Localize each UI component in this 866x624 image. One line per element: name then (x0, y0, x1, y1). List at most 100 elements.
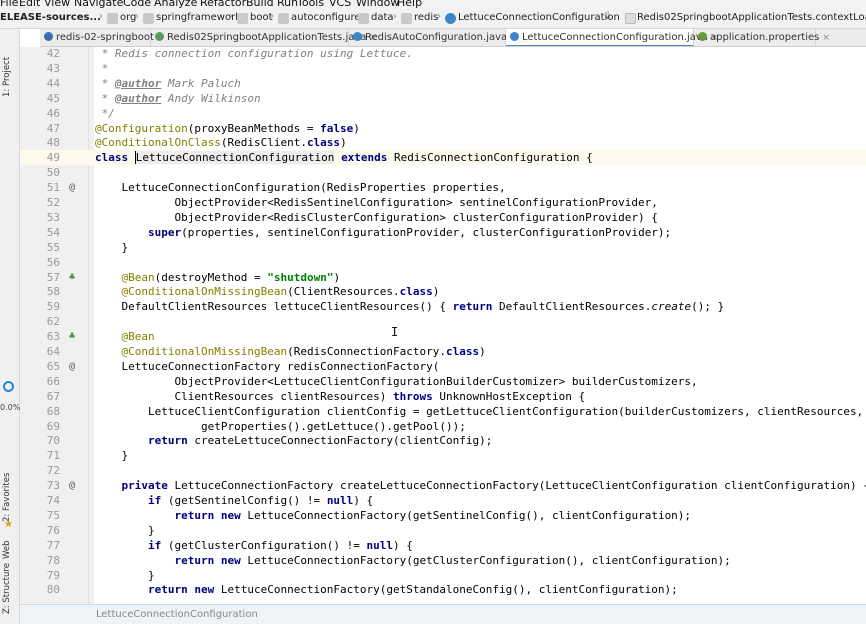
line-number[interactable]: 46 (28, 106, 60, 121)
code-line[interactable]: 79 } (20, 568, 866, 583)
web-tool-tab[interactable]: Web (2, 540, 12, 559)
menu-window[interactable]: Window (356, 0, 399, 9)
code-line[interactable]: 50 (20, 165, 866, 180)
line-number[interactable]: 50 (28, 165, 60, 180)
breadcrumb-item[interactable]: redis (414, 12, 438, 23)
line-number[interactable]: 65 (28, 359, 60, 374)
breadcrumb-item[interactable]: data (371, 12, 394, 23)
line-number[interactable]: 44 (28, 76, 60, 91)
line-number[interactable]: 78 (28, 553, 60, 568)
code-line[interactable]: 63 ♣ @Bean (20, 329, 866, 344)
code-line[interactable]: 58 @ConditionalOnMissingBean(ClientResou… (20, 284, 866, 299)
line-number[interactable]: 45 (28, 91, 60, 106)
code-line[interactable]: 51 @ LettuceConnectionConfiguration(Redis… (20, 180, 866, 195)
line-number[interactable]: 42 (28, 47, 60, 61)
code-line[interactable]: 77 if (getClusterConfiguration() != null… (20, 538, 866, 553)
menu-view[interactable]: View (44, 0, 70, 9)
line-number[interactable]: 77 (28, 538, 60, 553)
code-line[interactable]: 68 LettuceClientConfiguration clientConf… (20, 404, 866, 419)
editor-tab[interactable]: Redis02SpringbootApplicationTests.java × (151, 29, 377, 46)
code-line[interactable]: 48 @ConditionalOnClass(RedisClient.class) (20, 135, 866, 150)
code-line[interactable]: 43 * (20, 61, 866, 76)
run-config-select[interactable]: Redis02SpringbootApplicationTests.contex… (637, 12, 866, 23)
code-line[interactable]: 44 * @author Mark Paluch (20, 76, 866, 91)
run-config-icon[interactable] (625, 13, 636, 24)
menu-help[interactable]: Help (397, 0, 422, 9)
menu-vcs[interactable]: VCS (329, 0, 351, 9)
code-line[interactable]: 73 @ private LettuceConnectionFactory cre… (20, 478, 866, 493)
code-line[interactable]: 70 return createLettuceConnectionFactory… (20, 433, 866, 448)
line-number[interactable]: 59 (28, 299, 60, 314)
code-line[interactable]: 55 } (20, 240, 866, 255)
code-line[interactable]: 56 (20, 255, 866, 270)
code-line[interactable]: 45 * @author Andy Wilkinson (20, 91, 866, 106)
code-line[interactable]: 57 ♣ @Bean(destroyMethod = "shutdown") (20, 270, 866, 285)
menu-refactor[interactable]: Refactor (200, 0, 246, 9)
line-number[interactable]: 70 (28, 433, 60, 448)
line-number[interactable]: 58 (28, 284, 60, 299)
code-line[interactable]: 69 getProperties().getLettuce().getPool(… (20, 419, 866, 434)
line-number[interactable]: 76 (28, 523, 60, 538)
code-line[interactable]: 65 @ LettuceConnectionFactory redisConnec… (20, 359, 866, 374)
line-number[interactable]: 43 (28, 61, 60, 76)
menu-analyze[interactable]: Analyze (154, 0, 197, 9)
line-number[interactable]: 73 (28, 478, 60, 493)
code-line[interactable]: 74 if (getSentinelConfig() != null) { (20, 493, 866, 508)
breadcrumb-item[interactable]: LettuceConnectionConfiguration (458, 12, 620, 23)
project-tool-tab[interactable]: 1: Project (2, 57, 12, 97)
line-number[interactable]: 69 (28, 419, 60, 434)
line-number[interactable]: 49 (28, 150, 60, 165)
code-line[interactable]: 59 DefaultClientResources lettuceClientR… (20, 299, 866, 314)
line-number[interactable]: 66 (28, 374, 60, 389)
code-line[interactable]: 80 return new LettuceConnectionFactory(g… (20, 582, 866, 597)
bean-gutter-icon[interactable]: ♣ (66, 329, 78, 344)
editor-tab[interactable]: redis-02-springboot (40, 29, 154, 46)
code-line[interactable]: 76 } (20, 523, 866, 538)
line-number[interactable]: 51 (28, 180, 60, 195)
sort-down-icon[interactable]: ⇣ (604, 11, 615, 22)
code-line[interactable]: 66 ObjectProvider<LettuceClientConfigura… (20, 374, 866, 389)
code-line[interactable]: 49 class LettuceConnectionConfiguration e… (20, 150, 866, 166)
line-number[interactable]: 63 (28, 329, 60, 344)
menu-build[interactable]: Build (246, 0, 274, 9)
line-number[interactable]: 80 (28, 582, 60, 597)
breadcrumb-item[interactable]: ELEASE-sources... (0, 12, 101, 23)
line-number[interactable]: 64 (28, 344, 60, 359)
code-line[interactable]: 64 @ConditionalOnMissingBean(RedisConnec… (20, 344, 866, 359)
line-number[interactable]: 56 (28, 255, 60, 270)
line-number[interactable]: 67 (28, 389, 60, 404)
menu-code[interactable]: Code (123, 0, 151, 9)
line-number[interactable]: 74 (28, 493, 60, 508)
line-number[interactable]: 57 (28, 270, 60, 285)
menu-navigate[interactable]: Navigate (74, 0, 123, 9)
line-number[interactable]: 48 (28, 135, 60, 150)
line-number[interactable]: 68 (28, 404, 60, 419)
structure-tool-tab[interactable]: Z: Structure (2, 563, 12, 614)
code-editor[interactable]: 42 * Redis connection configuration usin… (20, 47, 866, 604)
favorites-tool-tab[interactable]: 2: Favorites (2, 473, 12, 522)
line-number[interactable]: 52 (28, 195, 60, 210)
menu-file[interactable]: File (0, 0, 18, 9)
close-tab-icon[interactable]: × (822, 33, 830, 43)
editor-tab[interactable]: application.properties × (694, 29, 830, 46)
bean-gutter-icon[interactable]: ♣ (66, 270, 78, 285)
code-line[interactable]: 62 (20, 314, 866, 329)
line-number[interactable]: 79 (28, 568, 60, 583)
code-line[interactable]: 72 (20, 463, 866, 478)
status-breadcrumb[interactable]: LettuceConnectionConfiguration (96, 609, 258, 620)
code-line[interactable]: 54 super(properties, sentinelConfigurati… (20, 225, 866, 240)
annotation-gutter-icon[interactable]: @ (66, 359, 78, 374)
menu-edit[interactable]: Edit (19, 0, 40, 9)
line-number[interactable]: 47 (28, 121, 60, 136)
line-number[interactable]: 71 (28, 448, 60, 463)
code-line[interactable]: 42 * Redis connection configuration usin… (20, 47, 866, 61)
menu-run[interactable]: Run (277, 0, 298, 9)
code-line[interactable]: 52 ObjectProvider<RedisSentinelConfigura… (20, 195, 866, 210)
code-line[interactable]: 75 return new LettuceConnectionFactory(g… (20, 508, 866, 523)
line-number[interactable]: 54 (28, 225, 60, 240)
editor-tab[interactable]: RedisAutoConfiguration.java× (349, 29, 518, 46)
annotation-gutter-icon[interactable]: @ (66, 180, 78, 195)
breadcrumb-item[interactable]: org (120, 12, 136, 23)
line-number[interactable]: 72 (28, 463, 60, 478)
line-number[interactable]: 53 (28, 210, 60, 225)
